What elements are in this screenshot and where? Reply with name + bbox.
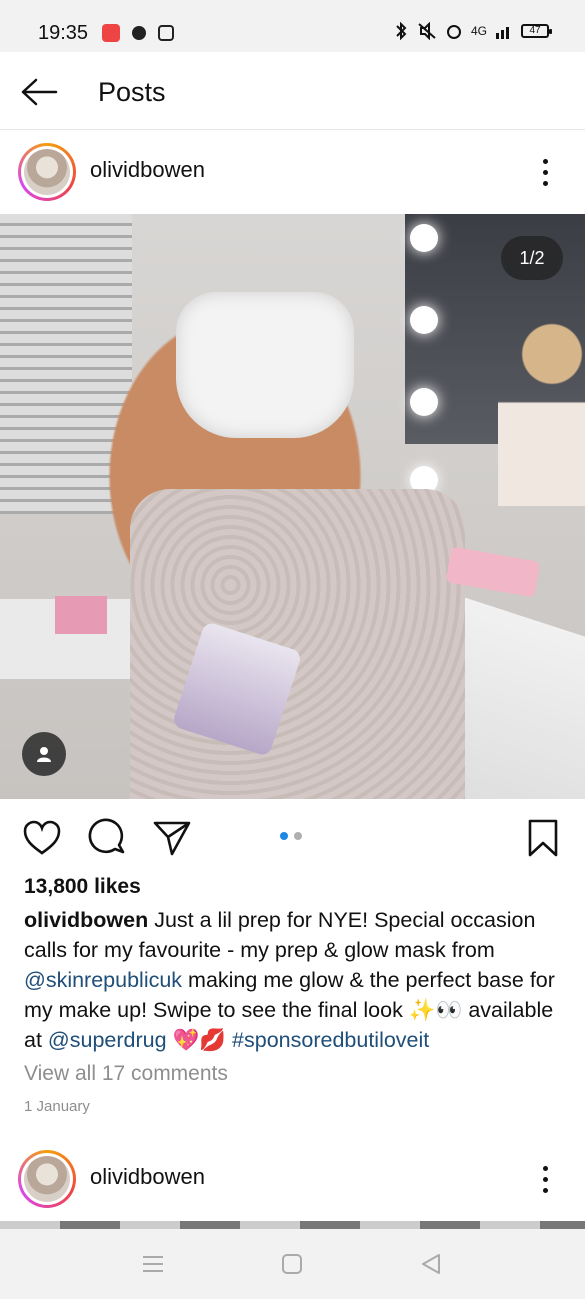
mention-skinrepublicuk[interactable]: @skinrepublicuk <box>24 968 182 992</box>
more-options-button[interactable] <box>529 152 561 192</box>
post-image[interactable] <box>0 214 585 799</box>
like-button[interactable] <box>20 816 64 860</box>
send-icon <box>153 821 191 856</box>
home-square-icon <box>282 1254 302 1274</box>
music-app-icon <box>102 24 120 42</box>
menu-icon <box>143 1256 163 1272</box>
image-counter: 1/2 <box>501 236 563 280</box>
status-bar: 19:35 4G 47 <box>0 0 585 52</box>
mute-icon <box>418 22 436 40</box>
system-back-button[interactable] <box>411 1247 451 1281</box>
battery-level: 47 <box>529 25 541 36</box>
app-header: Posts <box>0 52 585 130</box>
signal-icon <box>496 27 509 39</box>
view-comments-link[interactable]: View all 17 comments <box>24 1062 228 1086</box>
comment-icon <box>88 818 125 854</box>
carousel-dot <box>294 832 302 840</box>
mention-superdrug[interactable]: @superdrug <box>48 1028 167 1052</box>
next-post-header: olividbowen <box>0 1137 585 1221</box>
triangle-back-icon <box>422 1254 440 1274</box>
system-nav-bar <box>0 1229 585 1299</box>
caption-username[interactable]: olividbowen <box>24 908 148 932</box>
bookmark-icon <box>528 819 558 857</box>
post-caption: olividbowen Just a lil prep for NYE! Spe… <box>24 905 569 1055</box>
menu-button[interactable] <box>133 1247 173 1281</box>
share-button[interactable] <box>150 816 194 860</box>
app-notification-icon <box>158 25 174 41</box>
network-type: 4G <box>470 24 487 38</box>
next-post-avatar-photo <box>24 1156 70 1202</box>
next-post-username[interactable]: olividbowen <box>90 1164 205 1190</box>
avatar[interactable] <box>18 143 76 201</box>
next-post-image-preview[interactable] <box>0 1221 585 1229</box>
status-notification-icons <box>102 24 174 42</box>
post-date: 1 January <box>24 1098 90 1115</box>
next-post-more-options-button[interactable] <box>529 1159 561 1199</box>
post-username[interactable]: olividbowen <box>90 157 205 183</box>
status-system-icons: 4G 47 <box>393 22 552 40</box>
carousel-indicator <box>280 832 302 840</box>
heart-icon <box>23 820 61 855</box>
status-time: 19:35 <box>38 22 89 44</box>
page-title: Posts <box>98 77 166 107</box>
hashtag-sponsoredbutiloveit[interactable]: #sponsoredbutiloveit <box>232 1028 429 1052</box>
tagged-people-button[interactable] <box>22 732 66 776</box>
save-button[interactable] <box>521 816 565 860</box>
battery-icon: 47 <box>521 24 552 38</box>
carousel-dot-active <box>280 832 288 840</box>
game-controller-icon <box>132 26 146 40</box>
caption-text-3: 💖💋 <box>166 1028 233 1052</box>
back-arrow-icon <box>21 78 58 106</box>
comment-button[interactable] <box>86 816 130 860</box>
alarm-icon <box>446 25 461 39</box>
person-icon <box>37 747 51 762</box>
next-post-avatar[interactable] <box>18 1150 76 1208</box>
likes-count[interactable]: 13,800 likes <box>24 875 141 899</box>
avatar-photo <box>24 149 70 195</box>
post-actions <box>0 810 585 866</box>
back-button[interactable] <box>16 72 60 112</box>
home-button[interactable] <box>272 1247 312 1281</box>
bluetooth-icon <box>396 22 407 40</box>
post-header: olividbowen <box>0 130 585 214</box>
